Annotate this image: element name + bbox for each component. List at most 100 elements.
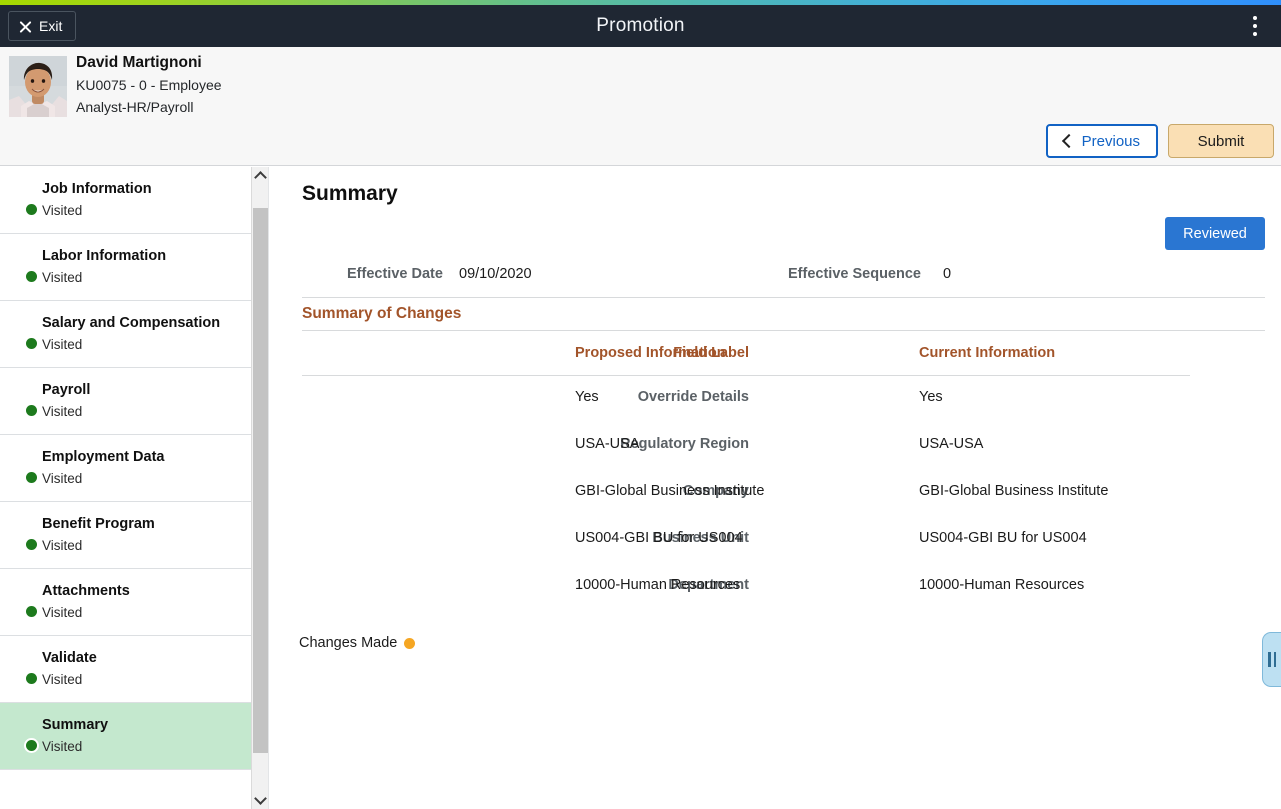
divider-above-section [302, 297, 1265, 298]
sidebar-item-status: Visited [42, 737, 259, 757]
status-dot-icon [26, 606, 37, 617]
action-buttons: Previous Submit [1046, 124, 1274, 158]
cell-proposed-information: GBI-Global Business Institute [575, 483, 764, 499]
step-navigation-sidebar: VisitedJob InformationVisitedLabor Infor… [0, 167, 269, 809]
sidebar-item-payroll[interactable]: PayrollVisited [0, 368, 269, 435]
sidebar-item-status: Visited [42, 402, 259, 422]
changes-table: Field Label Proposed Information Current… [302, 345, 1265, 610]
status-dot-icon [26, 204, 37, 215]
sidebar-item-status: Visited [42, 536, 259, 556]
sidebar-item-employment-data[interactable]: Employment DataVisited [0, 435, 269, 502]
exit-button-label: Exit [39, 18, 62, 34]
chevron-left-icon [1062, 134, 1076, 148]
employee-info: David Martignoni KU0075 - 0 - Employee A… [76, 52, 222, 118]
table-row: Regulatory RegionUSA-USAUSA-USA [302, 422, 1265, 469]
cell-proposed-information: US004-GBI BU for US004 [575, 530, 743, 546]
sidebar-item-summary[interactable]: SummaryVisited [0, 703, 269, 770]
sidebar-item-status: Visited [42, 201, 259, 221]
sidebar-item-job-information[interactable]: Job InformationVisited [0, 167, 269, 234]
sidebar-scrollbar[interactable] [251, 167, 268, 809]
sidebar-item-label: Employment Data [42, 447, 259, 467]
changes-made-label: Changes Made [299, 635, 397, 651]
sidebar-item-label: Benefit Program [42, 514, 259, 534]
page-header-title: Promotion [0, 5, 1281, 47]
column-header-current-information: Current Information [919, 345, 1055, 361]
table-body: Override DetailsYesYesRegulatory RegionU… [302, 375, 1265, 610]
effective-sequence-label: Effective Sequence [788, 266, 921, 282]
table-row: Override DetailsYesYes [302, 375, 1265, 422]
title-bar: Promotion Exit [0, 5, 1281, 47]
sidebar-item-salary-and-compensation[interactable]: Salary and CompensationVisited [0, 301, 269, 368]
cell-current-information: 10000-Human Resources [919, 577, 1084, 593]
reviewed-button[interactable]: Reviewed [1165, 217, 1265, 250]
sidebar-item-status: Visited [42, 670, 259, 690]
effective-sequence-value: 0 [943, 266, 951, 282]
sidebar-item-validate[interactable]: ValidateVisited [0, 636, 269, 703]
sidebar-item-label: Payroll [42, 380, 259, 400]
summary-content: Summary Reviewed Effective Date 09/10/20… [269, 167, 1281, 809]
chevron-down-icon[interactable] [252, 792, 268, 809]
employee-photo [9, 56, 67, 117]
cell-current-information: US004-GBI BU for US004 [919, 530, 1087, 546]
sidebar-item-label: Job Information [42, 179, 259, 199]
column-header-proposed-information: Proposed Information [575, 345, 726, 361]
summary-of-changes-title: Summary of Changes [302, 305, 461, 323]
pause-bars-icon [1268, 652, 1271, 667]
body-area: VisitedJob InformationVisitedLabor Infor… [0, 167, 1281, 809]
sidebar-item-status: Visited [42, 268, 259, 288]
divider-below-section [302, 330, 1265, 331]
cell-proposed-information: 10000-Human Resources [575, 577, 740, 593]
sidebar-item-labor-information[interactable]: Labor InformationVisited [0, 234, 269, 301]
cell-current-information: Yes [919, 389, 943, 405]
sidebar-item-attachments[interactable]: AttachmentsVisited [0, 569, 269, 636]
changes-made-dot-icon [404, 638, 415, 649]
employee-id-line: KU0075 - 0 - Employee [76, 74, 222, 96]
cell-current-information: USA-USA [919, 436, 983, 452]
sidebar-item-status: Visited [42, 603, 259, 623]
sidebar-item-label: Attachments [42, 581, 259, 601]
exit-button[interactable]: Exit [8, 11, 76, 41]
cell-field-label: Override Details [302, 389, 749, 405]
kebab-menu-icon[interactable] [1239, 5, 1271, 47]
effective-date-value: 09/10/2020 [459, 266, 532, 282]
close-icon [19, 20, 32, 33]
employee-name: David Martignoni [76, 52, 222, 74]
changes-made-indicator: Changes Made [299, 635, 415, 651]
table-row: CompanyGBI-Global Business InstituteGBI-… [302, 469, 1265, 516]
sidebar-item-status: Visited [42, 335, 259, 355]
submit-button[interactable]: Submit [1168, 124, 1274, 158]
status-dot-icon [26, 405, 37, 416]
effective-date-label: Effective Date [347, 266, 443, 282]
sidebar-item-label: Salary and Compensation [42, 313, 259, 333]
chevron-up-icon[interactable] [252, 167, 268, 184]
reviewed-button-label: Reviewed [1183, 226, 1247, 242]
sidebar-item-label: Validate [42, 648, 259, 668]
employee-job-line: Analyst-HR/Payroll [76, 96, 222, 118]
step-list: VisitedJob InformationVisitedLabor Infor… [0, 167, 269, 770]
panel-collapse-handle[interactable] [1262, 632, 1281, 687]
sidebar-scrollbar-thumb[interactable] [253, 208, 268, 753]
status-dot-icon [26, 673, 37, 684]
sidebar-item-benefit-program[interactable]: Benefit ProgramVisited [0, 502, 269, 569]
cell-current-information: GBI-Global Business Institute [919, 483, 1108, 499]
cell-proposed-information: USA-USA [575, 436, 639, 452]
employee-header: David Martignoni KU0075 - 0 - Employee A… [0, 47, 1281, 166]
submit-button-label: Submit [1198, 133, 1245, 150]
status-dot-icon [26, 740, 37, 751]
pause-bars-icon [1274, 652, 1277, 667]
table-header-row: Field Label Proposed Information Current… [302, 345, 1265, 375]
status-dot-icon [26, 271, 37, 282]
previous-button-label: Previous [1082, 133, 1140, 150]
sidebar-item-label: Summary [42, 715, 259, 735]
promotion-page: Promotion Exit [0, 0, 1281, 809]
sidebar-item-status: Visited [42, 469, 259, 489]
status-dot-icon [26, 338, 37, 349]
previous-button[interactable]: Previous [1046, 124, 1158, 158]
status-dot-icon [26, 539, 37, 550]
table-row: Department10000-Human Resources10000-Hum… [302, 563, 1265, 610]
cell-field-label: Regulatory Region [302, 436, 749, 452]
page-title: Summary [302, 182, 398, 206]
effective-row: Effective Date 09/10/2020 Effective Sequ… [269, 266, 1281, 290]
sidebar-item-label: Labor Information [42, 246, 259, 266]
status-dot-icon [26, 472, 37, 483]
